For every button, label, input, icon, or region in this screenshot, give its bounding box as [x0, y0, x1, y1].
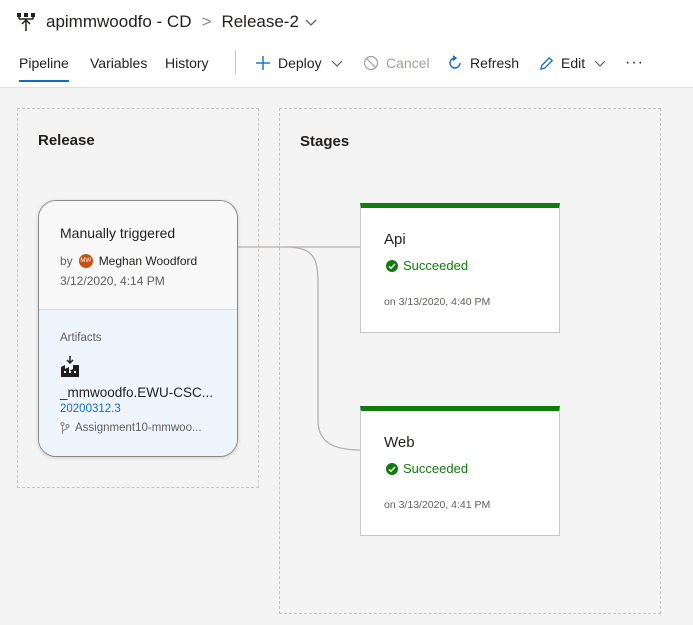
release-trigger-section: Manually triggered by MW Meghan Woodford… — [39, 201, 237, 309]
pipeline-name-link[interactable]: apimmwoodfo - CD — [46, 12, 192, 32]
tab-pipeline[interactable]: Pipeline — [19, 48, 69, 82]
edit-button[interactable]: Edit — [539, 48, 613, 78]
refresh-button[interactable]: Refresh — [447, 48, 519, 78]
tab-variables[interactable]: Variables — [90, 48, 147, 80]
deploy-label: Deploy — [278, 55, 322, 71]
cancel-icon — [363, 55, 379, 71]
more-options-button[interactable]: ··· — [625, 48, 644, 78]
triggered-by: by MW Meghan Woodford — [60, 254, 197, 268]
artifact-name[interactable]: _mmwoodfo.EWU-CSC... — [60, 385, 213, 400]
edit-label: Edit — [561, 55, 586, 71]
cancel-button[interactable]: Cancel — [363, 48, 430, 78]
build-artifact-icon — [61, 356, 79, 377]
breadcrumb: apimmwoodfo - CD > Release-2 — [16, 8, 317, 36]
release-date: 3/12/2020, 4:14 PM — [60, 274, 165, 288]
toolbar-divider — [235, 50, 236, 74]
stage-date: on 3/13/2020, 4:41 PM — [384, 499, 491, 511]
plus-icon — [256, 56, 270, 70]
refresh-icon — [449, 55, 461, 69]
stage-status-label: Succeeded — [403, 461, 469, 476]
stage-date: on 3/13/2020, 4:40 PM — [384, 296, 491, 308]
breadcrumb-separator: > — [201, 12, 212, 31]
success-check-icon — [386, 462, 398, 475]
stage-status-label: Succeeded — [403, 258, 469, 273]
stages-panel-title: Stages — [300, 133, 350, 150]
stage-card-web[interactable]: Web Succeeded on 3/13/2020, 4:41 PM — [360, 406, 560, 536]
pencil-icon — [539, 56, 554, 70]
stage-card-api[interactable]: Api Succeeded on 3/13/2020, 4:40 PM — [360, 203, 560, 333]
toolbar: Pipeline Variables History Deploy Cancel — [0, 48, 693, 84]
top-bar: apimmwoodfo - CD > Release-2 Pipeline Va… — [0, 0, 693, 88]
deploy-button[interactable]: Deploy — [255, 48, 350, 78]
branch-icon — [60, 422, 70, 434]
chevron-down-icon — [331, 60, 343, 67]
branch-name: Assignment10-mmwoo... — [75, 422, 202, 434]
chevron-down-icon[interactable] — [305, 16, 317, 28]
more-icon: ··· — [625, 54, 644, 71]
stages-panel — [279, 108, 661, 614]
by-label: by — [60, 254, 73, 268]
stage-name: Web — [384, 434, 415, 451]
stage-status: Succeeded — [386, 461, 468, 476]
artifacts-section: Artifacts _mmwoodfo.EWU-CSC... 20200312.… — [39, 309, 237, 456]
pipeline-icon — [17, 13, 35, 31]
cancel-label: Cancel — [386, 55, 430, 71]
artifacts-label: Artifacts — [60, 332, 102, 344]
success-check-icon — [386, 259, 398, 272]
artifact-branch: Assignment10-mmwoo... — [60, 422, 202, 434]
avatar: MW — [78, 254, 93, 268]
release-card[interactable]: Manually triggered by MW Meghan Woodford… — [38, 200, 238, 457]
trigger-text: Manually triggered — [60, 225, 176, 241]
artifact-version-link[interactable]: 20200312.3 — [60, 403, 121, 415]
user-name: Meghan Woodford — [98, 254, 198, 268]
tab-history[interactable]: History — [165, 48, 209, 80]
chevron-down-icon — [594, 60, 606, 67]
stage-status: Succeeded — [386, 258, 468, 273]
stage-name: Api — [384, 231, 406, 248]
release-panel-title: Release — [38, 132, 95, 149]
refresh-label: Refresh — [470, 55, 520, 71]
release-name[interactable]: Release-2 — [221, 12, 299, 32]
